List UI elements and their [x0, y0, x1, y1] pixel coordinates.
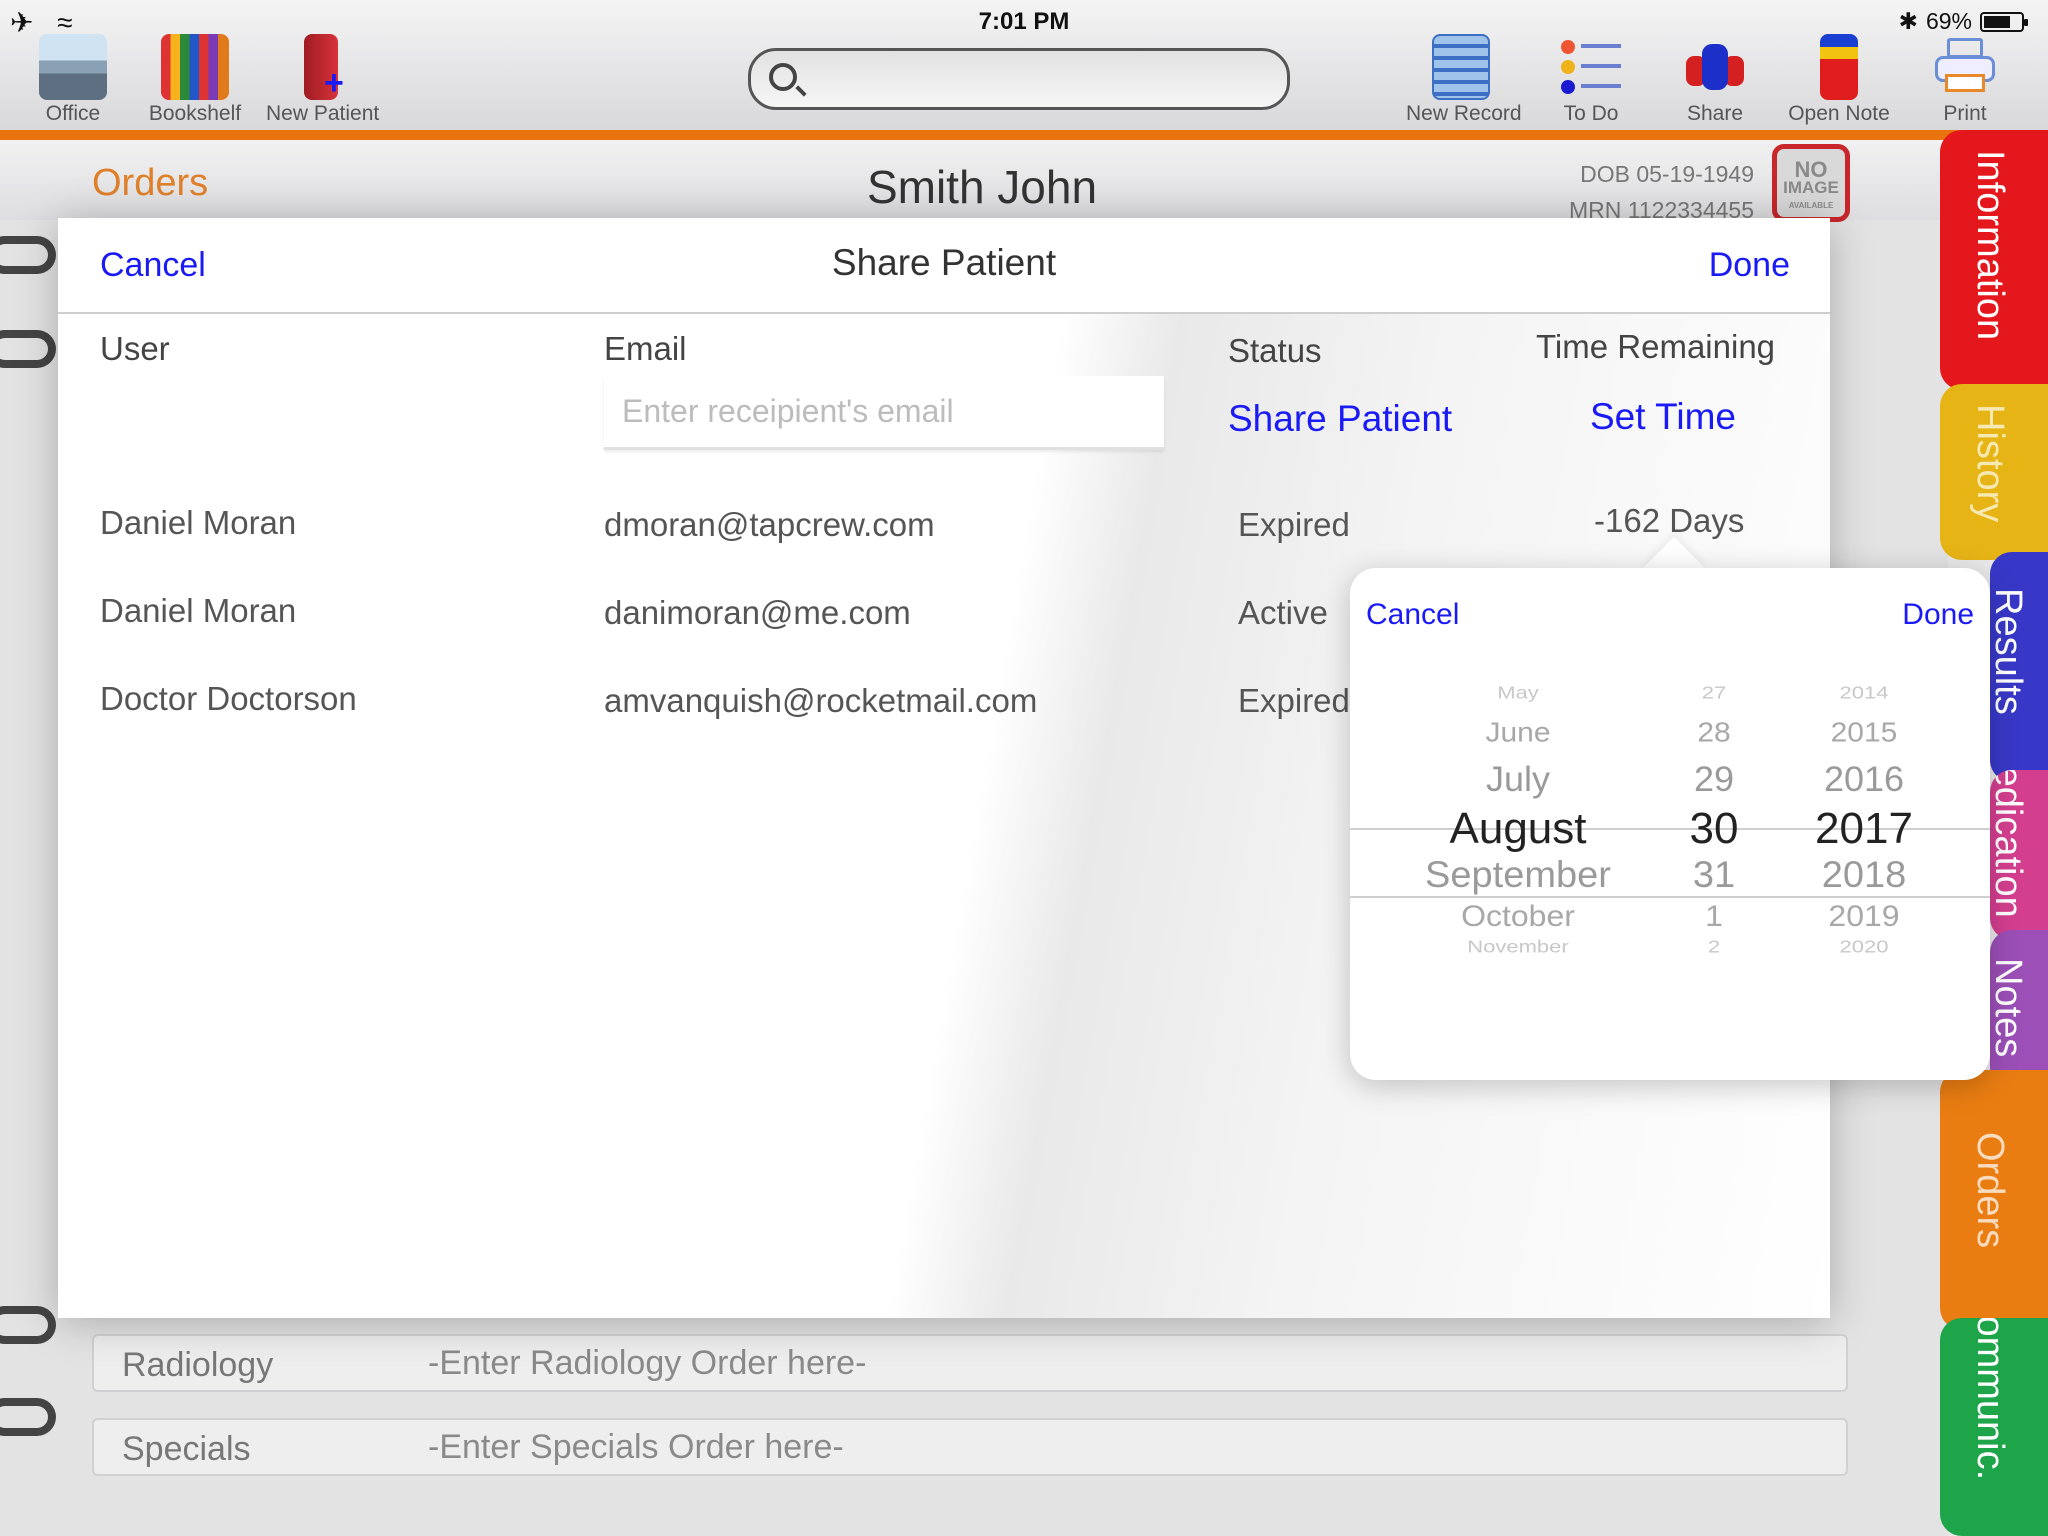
tab-label: Medication: [1990, 770, 2029, 918]
open-note-icon: [1820, 34, 1858, 100]
binder-ring: [0, 236, 56, 274]
top-toolbar: ✈ ≈ 7:01 PM ✱ 69% Office Bookshelf + New…: [0, 0, 2048, 132]
tab-label: Results: [1987, 588, 2029, 715]
new-record-icon: [1432, 34, 1490, 100]
open-note-button[interactable]: Open Note: [1784, 34, 1894, 126]
todo-label: To Do: [1563, 102, 1619, 125]
tab-label: Information: [1969, 150, 2011, 341]
tab-medication[interactable]: Medication: [1990, 770, 2048, 940]
order-row-radiology[interactable]: Radiology -Enter Radiology Order here-: [92, 1334, 1848, 1392]
order-hint: -Enter Specials Order here-: [428, 1428, 844, 1466]
battery-icon: [1980, 11, 2028, 32]
battery-percent: 69%: [1925, 8, 1972, 34]
new-record-button[interactable]: New Record: [1406, 34, 1522, 126]
column-header-time-remaining: Time Remaining: [1536, 328, 1776, 365]
todo-list-icon: [1561, 34, 1621, 100]
bookshelf-label: Bookshelf: [148, 102, 242, 125]
new-patient-button[interactable]: + New Patient: [266, 34, 380, 126]
year-option[interactable]: 2015: [1734, 717, 1990, 748]
orange-divider: [0, 130, 2048, 140]
tab-information[interactable]: Information: [1940, 130, 2048, 390]
photo-text-2: IMAGE: [1783, 178, 1839, 197]
year-option[interactable]: 2016: [1734, 758, 1990, 799]
todo-button[interactable]: To Do: [1536, 34, 1646, 126]
row-status: Active: [1238, 594, 1328, 631]
row-email: danimoran@me.com: [604, 594, 911, 631]
modal-header: Cancel Share Patient Done: [58, 218, 1830, 314]
picker-done-button[interactable]: Done: [1902, 598, 1974, 632]
year-option[interactable]: 2018: [1734, 854, 1990, 896]
tab-orders[interactable]: Orders: [1940, 1070, 2048, 1330]
date-picker-popover: Cancel Done May June July August September Oc…: [1350, 568, 1990, 1080]
row-time-remaining: -162 Days: [1594, 502, 1745, 539]
row-user: Daniel Moran: [100, 592, 297, 629]
patient-header: Orders Smith John DOB 05-19-1949 MRN 112…: [0, 140, 1948, 223]
year-option[interactable]: 2019: [1734, 899, 1990, 933]
recipient-email-input[interactable]: [604, 376, 1164, 450]
patient-photo[interactable]: NO IMAGE AVAILABLE: [1772, 144, 1850, 222]
photo-text-1: NO: [1794, 157, 1828, 182]
tab-history[interactable]: History: [1940, 384, 2048, 560]
binder-ring: [0, 1398, 56, 1436]
modal-title: Share Patient: [831, 242, 1057, 283]
year-option[interactable]: 2017: [1734, 804, 1990, 854]
new-record-label: New Record: [1406, 102, 1522, 125]
tab-label: Communic.: [1969, 1318, 2011, 1481]
tab-results[interactable]: Results: [1987, 552, 2048, 782]
print-label: Print: [1943, 102, 1987, 125]
share-people-icon: [1684, 34, 1746, 100]
order-name: Specials: [122, 1430, 251, 1468]
print-button[interactable]: Print: [1910, 34, 2020, 126]
order-row-specials[interactable]: Specials -Enter Specials Order here-: [92, 1418, 1848, 1476]
office-button[interactable]: Office: [18, 34, 128, 126]
patient-dob: DOB 05-19-1949: [1580, 161, 1754, 187]
tab-label: Notes: [1987, 958, 2029, 1058]
share-patient-button[interactable]: Share Patient: [1228, 398, 1452, 440]
row-email: amvanquish@rocketmail.com: [604, 682, 1038, 719]
order-hint: -Enter Radiology Order here-: [428, 1344, 867, 1382]
photo-text-3: AVAILABLE: [1788, 201, 1834, 210]
new-patient-icon: +: [304, 34, 344, 102]
year-option[interactable]: 2020: [1734, 937, 1990, 958]
status-right: ✱ 69%: [1898, 8, 2028, 35]
set-time-button[interactable]: Set Time: [1590, 396, 1736, 438]
bluetooth-icon: ✱: [1898, 8, 1918, 34]
binder-ring: [0, 330, 56, 368]
printer-icon: [1935, 34, 1995, 100]
tab-notes[interactable]: Notes: [1987, 930, 2048, 1090]
column-header-email: Email: [604, 330, 687, 367]
binder-ring: [0, 1306, 56, 1344]
new-patient-label: New Patient: [266, 102, 380, 125]
column-header-status: Status: [1228, 332, 1322, 369]
year-option[interactable]: 2014: [1734, 683, 1990, 704]
row-user: Daniel Moran: [100, 504, 297, 541]
tab-label: History: [1969, 404, 2011, 523]
column-header-user: User: [100, 330, 170, 367]
search-icon: [769, 63, 797, 91]
status-time: 7:01 PM: [978, 8, 1070, 35]
share-button[interactable]: Share: [1660, 34, 1770, 126]
bookshelf-icon: [161, 34, 229, 100]
office-icon: [39, 34, 107, 100]
modal-done-button[interactable]: Done: [1709, 246, 1790, 285]
bookshelf-button[interactable]: Bookshelf: [140, 34, 250, 126]
row-user: Doctor Doctorson: [100, 680, 357, 717]
row-status: Expired: [1238, 506, 1350, 543]
picker-cancel-button[interactable]: Cancel: [1366, 598, 1459, 632]
order-name: Radiology: [122, 1346, 274, 1384]
open-note-label: Open Note: [1788, 102, 1890, 125]
tab-communication[interactable]: Communic.: [1940, 1318, 2048, 1536]
tab-label: Orders: [1969, 1132, 2011, 1249]
share-label: Share: [1686, 102, 1744, 125]
row-status: Expired: [1238, 682, 1350, 719]
office-label: Office: [45, 102, 101, 125]
search-input[interactable]: [748, 48, 1290, 110]
row-email: dmoran@tapcrew.com: [604, 506, 935, 543]
